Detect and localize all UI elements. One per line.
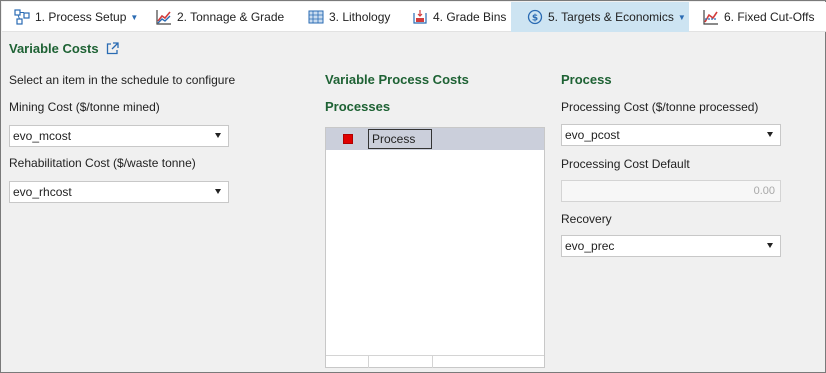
external-link-icon[interactable] bbox=[106, 42, 119, 55]
process-name-cell[interactable]: Process bbox=[368, 129, 432, 149]
dropdown-arrow-icon bbox=[767, 243, 773, 248]
chevron-down-icon: ▼ bbox=[677, 12, 686, 22]
cutoff-chart-icon bbox=[703, 9, 719, 25]
processing-cost-select[interactable]: evo_pcost bbox=[561, 124, 781, 146]
variable-process-costs-heading: Variable Process Costs bbox=[325, 72, 469, 87]
section-title: Variable Costs bbox=[9, 41, 119, 56]
window-frame: 1. Process Setup ▼ 2. Tonnage & Grade 3. bbox=[0, 0, 826, 373]
tab-targets-economics[interactable]: $ 5. Targets & Economics ▼ bbox=[511, 2, 689, 32]
instruction-text: Select an item in the schedule to config… bbox=[9, 73, 236, 87]
tab-lithology[interactable]: 3. Lithology bbox=[308, 2, 398, 32]
tab-label: 2. Tonnage & Grade bbox=[177, 10, 285, 24]
tab-grade-bins[interactable]: 4. Grade Bins bbox=[412, 2, 508, 32]
process-heading: Process bbox=[561, 72, 612, 87]
dropdown-arrow-icon bbox=[767, 132, 773, 137]
chart-icon bbox=[156, 9, 172, 25]
rehab-cost-value: evo_rhcost bbox=[13, 185, 72, 199]
dollar-icon: $ bbox=[527, 9, 543, 25]
processing-default-input[interactable]: 0.00 bbox=[561, 180, 781, 202]
lithology-icon bbox=[308, 9, 324, 25]
processes-grid[interactable]: Process bbox=[325, 127, 545, 368]
column-separator bbox=[368, 356, 369, 368]
grade-bins-icon bbox=[412, 9, 428, 25]
chevron-down-icon: ▼ bbox=[130, 12, 139, 22]
processing-default-label: Processing Cost Default bbox=[561, 157, 690, 171]
recovery-select[interactable]: evo_prec bbox=[561, 235, 781, 257]
dropdown-arrow-icon bbox=[215, 189, 221, 194]
table-row[interactable]: Process bbox=[326, 128, 544, 150]
tab-label: 6. Fixed Cut-Offs bbox=[724, 10, 815, 24]
processing-cost-value: evo_pcost bbox=[565, 128, 620, 142]
tab-label: 5. Targets & Economics bbox=[548, 10, 674, 24]
tab-label: 4. Grade Bins bbox=[433, 10, 507, 24]
column-separator bbox=[432, 356, 433, 368]
dropdown-arrow-icon bbox=[215, 133, 221, 138]
grid-footer bbox=[326, 355, 544, 368]
mining-cost-label: Mining Cost ($/tonne mined) bbox=[9, 100, 160, 114]
mining-cost-select[interactable]: evo_mcost bbox=[9, 125, 229, 147]
tab-label: 1. Process Setup bbox=[35, 10, 127, 24]
rehab-cost-select[interactable]: evo_rhcost bbox=[9, 181, 229, 203]
tab-process-setup[interactable]: 1. Process Setup ▼ bbox=[14, 2, 142, 32]
recovery-label: Recovery bbox=[561, 212, 612, 226]
svg-text:$: $ bbox=[532, 14, 538, 24]
rehab-cost-label: Rehabilitation Cost ($/waste tonne) bbox=[9, 156, 196, 170]
processing-cost-label: Processing Cost ($/tonne processed) bbox=[561, 100, 759, 114]
processes-heading: Processes bbox=[325, 99, 391, 114]
mining-cost-value: evo_mcost bbox=[13, 129, 72, 143]
tab-tonnage-grade[interactable]: 2. Tonnage & Grade bbox=[156, 2, 296, 32]
color-swatch[interactable] bbox=[343, 134, 353, 144]
tab-fixed-cutoffs[interactable]: 6. Fixed Cut-Offs bbox=[703, 2, 823, 32]
workflow-tab-bar: 1. Process Setup ▼ 2. Tonnage & Grade 3. bbox=[2, 2, 826, 32]
recovery-value: evo_prec bbox=[565, 239, 615, 253]
section-title-text: Variable Costs bbox=[9, 41, 99, 56]
process-setup-icon bbox=[14, 9, 30, 25]
tab-label: 3. Lithology bbox=[329, 10, 391, 24]
